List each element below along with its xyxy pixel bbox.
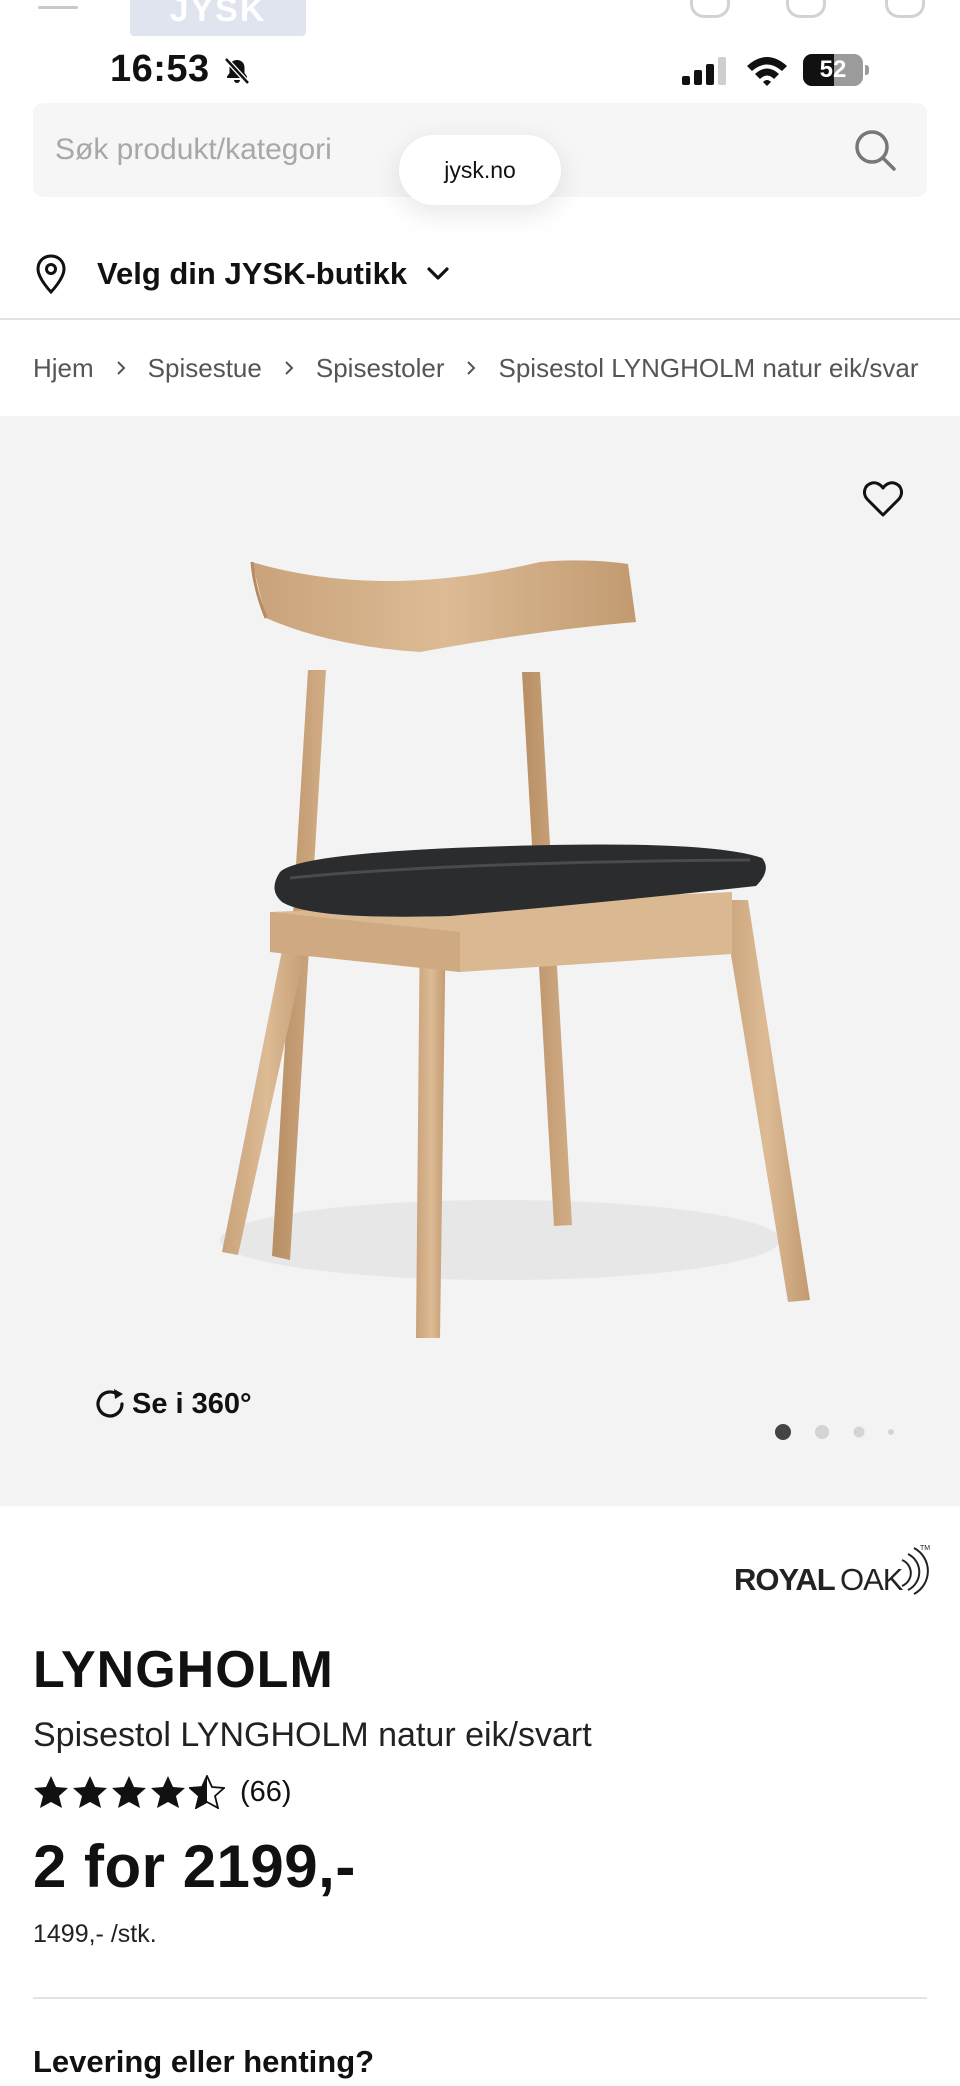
app-header-background: JYSK — [0, 0, 960, 40]
menu-icon[interactable] — [38, 6, 78, 9]
breadcrumb-item-home[interactable]: Hjem — [33, 353, 94, 384]
status-time: 16:53 — [110, 48, 210, 90]
review-count: (66) — [240, 1775, 292, 1808]
star-full-icon — [112, 1776, 146, 1808]
cart-icon[interactable] — [885, 0, 925, 18]
search-icon[interactable] — [853, 128, 897, 172]
status-bar: 16:53 52 — [0, 44, 960, 96]
product-rating[interactable]: (66) — [33, 1772, 292, 1812]
svg-text:ROYAL: ROYAL — [734, 1562, 835, 1597]
logo-text: JYSK — [169, 0, 267, 29]
battery-indicator: 52 — [803, 54, 869, 86]
delivery-heading: Levering eller henting? — [33, 2044, 375, 2079]
product-title: LYNGHOLM — [33, 1641, 334, 1699]
product-description: Spisestol LYNGHOLM natur eik/svart — [33, 1716, 592, 1754]
chevron-right-icon — [116, 361, 126, 375]
star-full-icon — [151, 1776, 185, 1808]
battery-level: 52 — [819, 56, 847, 83]
view-360-label: Se i 360° — [132, 1387, 252, 1420]
chevron-right-icon — [467, 361, 476, 375]
store-selector[interactable]: Velg din JYSK-butikk — [33, 246, 533, 302]
svg-text:TM: TM — [920, 1545, 930, 1552]
chevron-right-icon — [285, 361, 294, 375]
jysk-logo[interactable]: JYSK — [130, 0, 306, 36]
carousel-dots[interactable] — [772, 1422, 912, 1442]
svg-text:OAK: OAK — [840, 1562, 904, 1597]
wifi-icon — [747, 57, 787, 86]
divider — [33, 1997, 927, 1999]
brand-logo-royaloak[interactable]: ROYAL OAK TM — [730, 1540, 930, 1602]
product-image-chair — [220, 560, 810, 1338]
product-price: 2 for 2199,- — [33, 1833, 356, 1900]
breadcrumb-item-spisestue[interactable]: Spisestue — [148, 353, 262, 384]
bell-muted-icon — [224, 57, 250, 85]
breadcrumb: Hjem Spisestue Spisestoler Spisestol LYN… — [33, 350, 953, 386]
star-half-icon — [189, 1775, 225, 1809]
carousel-dot-1 — [775, 1424, 791, 1440]
heart-icon[interactable] — [690, 0, 730, 18]
unit-price: 1499,- /stk. — [33, 1920, 157, 1948]
view-360-button[interactable]: Se i 360° — [92, 1384, 252, 1424]
search-input[interactable] — [55, 125, 655, 175]
location-pin-icon — [36, 254, 66, 294]
star-full-icon — [34, 1776, 68, 1808]
chevron-down-icon — [427, 267, 449, 280]
user-icon[interactable] — [786, 0, 826, 18]
divider — [0, 318, 960, 320]
browser-url-pill[interactable]: jysk.no — [399, 135, 561, 205]
breadcrumb-item-spisestoler[interactable]: Spisestoler — [316, 353, 445, 384]
star-full-icon — [73, 1776, 107, 1808]
carousel-dot-4 — [888, 1429, 894, 1435]
store-selector-label: Velg din JYSK-butikk — [97, 256, 408, 291]
breadcrumb-item-current[interactable]: Spisestol LYNGHOLM natur eik/svar — [498, 353, 918, 384]
favorite-heart-icon[interactable] — [862, 480, 904, 518]
rotate-360-icon — [96, 1389, 124, 1418]
cellular-signal-icon — [682, 57, 726, 85]
carousel-dot-3 — [853, 1426, 865, 1438]
carousel-dot-2 — [815, 1425, 829, 1439]
